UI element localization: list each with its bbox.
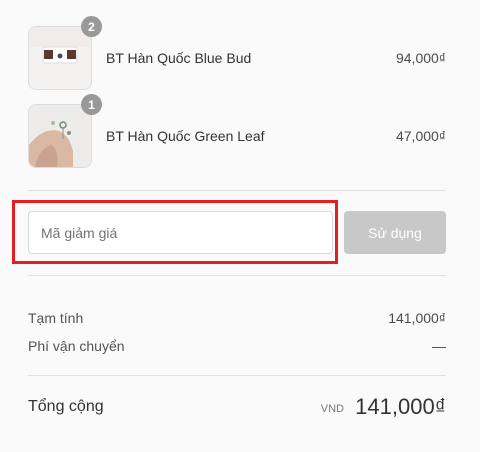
divider: [28, 275, 446, 276]
earring-card-image: [29, 27, 91, 89]
item-price: 47,000₫: [395, 128, 446, 144]
shipping-value: —: [432, 338, 446, 354]
cart-item: 2 BT Hàn Quốc Blue Bud 94,000₫: [28, 16, 446, 90]
total-currency: VND: [320, 403, 344, 415]
shipping-label: Phí vận chuyển: [28, 338, 125, 354]
divider: [28, 375, 446, 376]
product-image: [28, 26, 92, 90]
discount-code-input[interactable]: [28, 211, 333, 254]
total-label: Tổng cộng: [28, 398, 104, 415]
total-amount: 141,000₫: [355, 394, 446, 419]
subtotal-value: 141,000₫: [388, 310, 446, 326]
item-name: BT Hàn Quốc Blue Bud: [106, 50, 252, 66]
item-price: 94,000₫: [395, 50, 446, 66]
hand-earring-image: [29, 105, 91, 167]
quantity-badge: 2: [81, 16, 102, 37]
item-name: BT Hàn Quốc Green Leaf: [106, 128, 265, 144]
subtotal-label: Tạm tính: [28, 310, 84, 326]
product-image: [28, 104, 92, 168]
quantity-badge: 1: [81, 94, 102, 115]
product-thumbnail: 1: [28, 94, 102, 168]
divider: [28, 190, 446, 191]
cart-item: 1 BT Hàn Quốc Green Leaf 47,000₫: [28, 94, 446, 168]
apply-discount-button[interactable]: Sử dụng: [344, 211, 446, 254]
product-thumbnail: 2: [28, 16, 102, 90]
